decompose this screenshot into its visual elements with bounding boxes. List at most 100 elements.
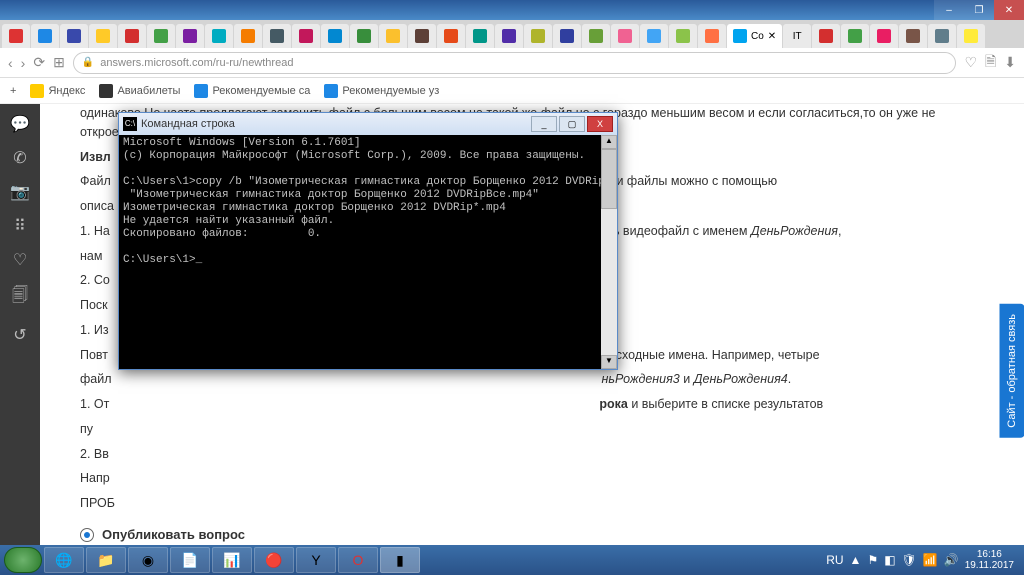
- speeddial-icon[interactable]: ⠿: [14, 216, 26, 236]
- tab[interactable]: [640, 24, 668, 48]
- tab[interactable]: [698, 24, 726, 48]
- bookmarks-icon[interactable]: ♡: [13, 250, 27, 270]
- tab[interactable]: [147, 24, 175, 48]
- tab[interactable]: [812, 24, 840, 48]
- whatsapp-icon[interactable]: ✆: [13, 148, 26, 168]
- tab[interactable]: [669, 24, 697, 48]
- taskbar-item[interactable]: 📊: [212, 547, 252, 573]
- tab[interactable]: [118, 24, 146, 48]
- tab[interactable]: [234, 24, 262, 48]
- tab[interactable]: [928, 24, 956, 48]
- history-icon[interactable]: ↺: [13, 325, 26, 345]
- note-icon[interactable]: 🗎: [985, 51, 996, 75]
- bookmark-item[interactable]: Авиабилеты: [99, 84, 180, 98]
- text: ти файлы можно с помощью: [611, 174, 777, 188]
- apps-button[interactable]: ⊞: [53, 54, 65, 71]
- tab[interactable]: [841, 24, 869, 48]
- os-close-button[interactable]: ✕: [994, 0, 1024, 20]
- cmd-max-button[interactable]: ▢: [559, 116, 585, 132]
- scroll-track[interactable]: [601, 209, 617, 355]
- heart-icon[interactable]: ♡: [964, 54, 977, 71]
- tab[interactable]: IT: [783, 24, 811, 48]
- text: и: [680, 372, 694, 386]
- cmd-output[interactable]: Microsoft Windows [Version 6.1.7601] (c)…: [119, 135, 601, 369]
- scroll-up-icon[interactable]: ▲: [601, 135, 617, 149]
- bookmark-item[interactable]: Яндекс: [30, 84, 85, 98]
- messenger-icon[interactable]: 💬: [10, 114, 30, 134]
- clock-time: 16:16: [965, 549, 1014, 560]
- tab[interactable]: [611, 24, 639, 48]
- bookmark-item[interactable]: Рекомендуемые са: [194, 84, 310, 98]
- text: ли сходные имена. Например, четыре: [598, 348, 820, 362]
- cmd-min-button[interactable]: _: [531, 116, 557, 132]
- text: рока: [599, 397, 627, 411]
- text: Файл: [80, 174, 111, 188]
- tray-lang[interactable]: RU: [826, 553, 843, 567]
- tab[interactable]: [437, 24, 465, 48]
- tab[interactable]: [205, 24, 233, 48]
- tab[interactable]: [379, 24, 407, 48]
- radio-publish-question[interactable]: Опубликовать вопрос: [80, 525, 984, 545]
- tray-icon[interactable]: ⚑: [867, 553, 878, 567]
- tab[interactable]: [89, 24, 117, 48]
- tab[interactable]: [263, 24, 291, 48]
- taskbar-item-opera[interactable]: O: [338, 547, 378, 573]
- cmd-scrollbar[interactable]: ▲ ▼: [601, 135, 617, 369]
- os-min-button[interactable]: ‒: [934, 0, 964, 20]
- add-bookmark-button[interactable]: +: [10, 85, 16, 97]
- text: ечь видеофайл с именем: [600, 224, 751, 238]
- cmd-window[interactable]: C:\ Командная строка _ ▢ X Microsoft Win…: [118, 112, 618, 370]
- tray-icon[interactable]: ▲: [850, 553, 862, 567]
- forward-button[interactable]: ›: [21, 55, 26, 71]
- news-icon[interactable]: 🗐: [12, 284, 28, 311]
- taskbar-item-chrome[interactable]: ◉: [128, 547, 168, 573]
- tray-volume-icon[interactable]: 🔊: [944, 553, 959, 567]
- tray-icon[interactable]: 🛡: [902, 553, 917, 567]
- tab[interactable]: [870, 24, 898, 48]
- bookmark-label: Яндекс: [48, 85, 85, 97]
- tab[interactable]: [957, 24, 985, 48]
- reload-button[interactable]: ⟳: [33, 54, 45, 71]
- scroll-down-icon[interactable]: ▼: [601, 355, 617, 369]
- tab[interactable]: [31, 24, 59, 48]
- tab[interactable]: [495, 24, 523, 48]
- tab[interactable]: [321, 24, 349, 48]
- taskbar-item-explorer[interactable]: 📁: [86, 547, 126, 573]
- tab[interactable]: [60, 24, 88, 48]
- start-button[interactable]: [4, 547, 42, 573]
- tab[interactable]: [408, 24, 436, 48]
- tab[interactable]: [292, 24, 320, 48]
- tab[interactable]: [899, 24, 927, 48]
- feedback-tab[interactable]: Сайт - обратная связь: [1000, 304, 1024, 438]
- tray-clock[interactable]: 16:16 19.11.2017: [965, 549, 1020, 571]
- tab-opera[interactable]: [2, 24, 30, 48]
- tab-close-icon[interactable]: ✕: [768, 31, 776, 42]
- filename: ДеньРождения4: [694, 372, 788, 386]
- os-max-button[interactable]: ❐: [964, 0, 994, 20]
- url-input[interactable]: 🔒 answers.microsoft.com/ru-ru/newthread: [73, 52, 957, 74]
- tray-icon[interactable]: ◧: [884, 553, 895, 567]
- tray-icon[interactable]: 📶: [923, 553, 938, 567]
- taskbar-item-yandex[interactable]: Y: [296, 547, 336, 573]
- favicon: [30, 84, 44, 98]
- cmd-close-button[interactable]: X: [587, 116, 613, 132]
- tab[interactable]: [553, 24, 581, 48]
- text: файл: [80, 372, 112, 386]
- taskbar-item[interactable]: 🔴: [254, 547, 294, 573]
- tab[interactable]: [176, 24, 204, 48]
- download-icon[interactable]: ⬇: [1004, 54, 1016, 71]
- tab[interactable]: [582, 24, 610, 48]
- taskbar-item[interactable]: 📄: [170, 547, 210, 573]
- system-tray: RU ▲ ⚑ ◧ 🛡 📶 🔊 16:16 19.11.2017: [826, 549, 1020, 571]
- scroll-thumb[interactable]: [601, 149, 617, 209]
- back-button[interactable]: ‹: [8, 55, 13, 71]
- tab[interactable]: [350, 24, 378, 48]
- snapshot-icon[interactable]: 📷: [10, 182, 30, 202]
- cmd-titlebar[interactable]: C:\ Командная строка _ ▢ X: [119, 113, 617, 135]
- tab[interactable]: [466, 24, 494, 48]
- taskbar-item-ie[interactable]: 🌐: [44, 547, 84, 573]
- taskbar-item-cmd[interactable]: ▮: [380, 547, 420, 573]
- tab[interactable]: [524, 24, 552, 48]
- tab-active[interactable]: Cо ✕: [727, 24, 782, 48]
- bookmark-item[interactable]: Рекомендуемые уз: [324, 84, 439, 98]
